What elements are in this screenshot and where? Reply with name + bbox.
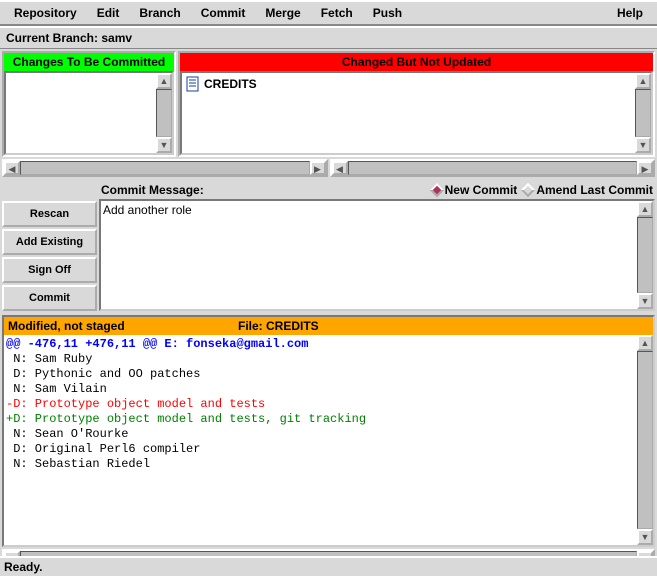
scroll-left-icon[interactable]: ◀ — [4, 161, 20, 175]
menu-help[interactable]: Help — [607, 3, 653, 23]
menu-push[interactable]: Push — [363, 3, 412, 23]
menu-branch[interactable]: Branch — [129, 3, 190, 23]
scroll-down-icon[interactable]: ▼ — [156, 137, 172, 153]
scroll-up-icon[interactable]: ▲ — [637, 335, 653, 351]
branch-label: Current Branch: — [6, 31, 98, 45]
new-commit-label: New Commit — [445, 183, 518, 197]
branch-bar: Current Branch: samv — [0, 26, 657, 49]
diamond-icon — [521, 183, 535, 197]
diff-file-label: File: — [238, 319, 263, 333]
sign-off-button[interactable]: Sign Off — [2, 257, 97, 283]
action-buttons: Rescan Add Existing Sign Off Commit — [2, 181, 97, 311]
amend-commit-radio[interactable]: Amend Last Commit — [523, 183, 653, 197]
commit-button[interactable]: Commit — [2, 285, 97, 311]
staged-file-list[interactable] — [6, 73, 154, 153]
menu-commit[interactable]: Commit — [191, 3, 256, 23]
diff-line: D: Original Perl6 compiler — [6, 442, 633, 457]
diff-vscroll[interactable]: ▲ ▼ — [635, 335, 653, 545]
scroll-left-icon[interactable]: ◀ — [332, 161, 348, 175]
diff-line: N: Sean O'Rourke — [6, 427, 633, 442]
scroll-down-icon[interactable]: ▼ — [637, 529, 653, 545]
new-commit-radio[interactable]: New Commit — [432, 183, 518, 197]
scroll-up-icon[interactable]: ▲ — [156, 73, 172, 89]
add-existing-button[interactable]: Add Existing — [2, 229, 97, 255]
scroll-up-icon[interactable]: ▲ — [637, 201, 653, 217]
status-bar: Ready. — [0, 556, 657, 576]
amend-commit-label: Amend Last Commit — [536, 183, 653, 197]
diff-line: D: Pythonic and OO patches — [6, 367, 633, 382]
diff-pane: Modified, not staged File: CREDITS @@ -4… — [2, 315, 655, 547]
file-icon — [186, 76, 200, 92]
staged-hscroll[interactable]: ◀▶ — [2, 159, 328, 177]
commit-msg-vscroll[interactable]: ▲ ▼ — [635, 201, 653, 309]
menu-edit[interactable]: Edit — [87, 3, 130, 23]
staged-vscroll[interactable]: ▲ ▼ — [154, 73, 172, 153]
menu-repository[interactable]: Repository — [4, 3, 87, 23]
unstaged-vscroll[interactable]: ▲ ▼ — [633, 73, 651, 153]
scroll-right-icon[interactable]: ▶ — [637, 161, 653, 175]
diamond-selected-icon — [430, 183, 444, 197]
menu-fetch[interactable]: Fetch — [311, 3, 363, 23]
diff-status: Modified, not staged — [8, 319, 238, 333]
unstaged-header: Changed But Not Updated — [180, 53, 653, 71]
diff-line: +D: Prototype object model and tests, gi… — [6, 412, 633, 427]
diff-line: N: Sam Vilain — [6, 382, 633, 397]
staged-pane: Changes To Be Committed ▲ ▼ — [2, 51, 176, 157]
unstaged-hscroll[interactable]: ◀▶ — [330, 159, 656, 177]
rescan-button[interactable]: Rescan — [2, 201, 97, 227]
diff-file-name: CREDITS — [266, 319, 319, 333]
branch-name: samv — [101, 31, 132, 45]
diff-line: N: Sebastian Riedel — [6, 457, 633, 472]
scroll-down-icon[interactable]: ▼ — [635, 137, 651, 153]
unstaged-pane: Changed But Not Updated CREDITS ▲ ▼ — [178, 51, 655, 157]
diff-content[interactable]: @@ -476,11 +476,11 @@ E: fonseka@gmail.c… — [4, 335, 635, 545]
menu-merge[interactable]: Merge — [255, 3, 310, 23]
file-name: CREDITS — [204, 77, 257, 91]
scroll-right-icon[interactable]: ▶ — [310, 161, 326, 175]
diff-line: N: Sam Ruby — [6, 352, 633, 367]
scroll-down-icon[interactable]: ▼ — [637, 293, 653, 309]
scroll-up-icon[interactable]: ▲ — [635, 73, 651, 89]
unstaged-file-list[interactable]: CREDITS — [182, 73, 633, 153]
commit-message-input[interactable] — [101, 201, 635, 309]
staged-header: Changes To Be Committed — [4, 53, 174, 71]
diff-line: -D: Prototype object model and tests — [6, 397, 633, 412]
list-item[interactable]: CREDITS — [184, 75, 631, 93]
commit-message-label: Commit Message: — [101, 183, 204, 197]
diff-line: @@ -476,11 +476,11 @@ E: fonseka@gmail.c… — [6, 337, 633, 352]
menubar: Repository Edit Branch Commit Merge Fetc… — [0, 0, 657, 26]
